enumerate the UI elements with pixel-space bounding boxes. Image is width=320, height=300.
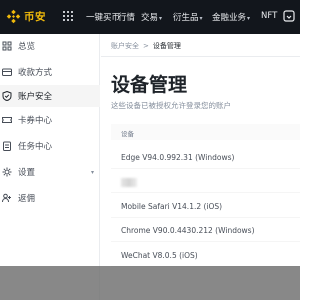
sidebar-item-referral[interactable]: 返佣 bbox=[0, 187, 100, 209]
loading-overlay bbox=[0, 266, 300, 300]
nav-extra-icon[interactable] bbox=[283, 10, 295, 22]
sidebar-item-label: 任务中心 bbox=[18, 142, 53, 152]
chevron-down-icon: ▾ bbox=[247, 15, 251, 22]
brand-logo-link[interactable]: 币安 bbox=[6, 9, 46, 24]
app-grid-icon[interactable] bbox=[63, 11, 73, 21]
sidebar-item-label: 账户安全 bbox=[18, 92, 53, 102]
device-name: Chrome V90.0.4430.212 (Windows) bbox=[121, 226, 255, 235]
nav-trade[interactable]: 交易▾ bbox=[141, 11, 162, 23]
table-header: 设备 bbox=[111, 124, 300, 140]
ticket-icon bbox=[2, 117, 12, 123]
table-row: Chrome V90.0.4430.212 (Windows) bbox=[111, 222, 300, 242]
breadcrumb-separator: > bbox=[143, 42, 149, 50]
top-navigation-bar: 币安 一键买币 行情 交易▾ 衍生品▾ 金融业务▾ NFT bbox=[0, 0, 300, 34]
device-name: Mobile Safari V14.1.2 (iOS) bbox=[121, 202, 223, 211]
page-subtitle: 这些设备已被授权允许登录您的账户 bbox=[111, 101, 231, 110]
chevron-down-icon: ▾ bbox=[199, 15, 203, 22]
redacted-device-name bbox=[121, 178, 137, 187]
table-row: Mobile Safari V14.1.2 (iOS) bbox=[111, 198, 300, 218]
brand-name: 币安 bbox=[24, 11, 46, 23]
sidebar-item-coupon-center[interactable]: 卡券中心 bbox=[0, 109, 100, 131]
nav-derivatives[interactable]: 衍生品▾ bbox=[173, 11, 203, 23]
nav-markets[interactable]: 行情 bbox=[118, 11, 135, 23]
referral-icon bbox=[2, 193, 11, 203]
nav-finance[interactable]: 金融业务▾ bbox=[212, 11, 250, 23]
sidebar-item-label: 设置 bbox=[18, 168, 36, 178]
payment-methods-icon bbox=[2, 68, 12, 76]
table-row: WeChat V8.0.5 (iOS) bbox=[111, 247, 300, 267]
sidebar-item-label: 返佣 bbox=[18, 194, 36, 204]
sidebar-item-label: 总览 bbox=[18, 42, 36, 52]
sidebar-item-account-security[interactable]: 账户安全 bbox=[0, 85, 100, 107]
table-row: Edge V94.0.992.31 (Windows) bbox=[111, 149, 300, 169]
sidebar-item-settings[interactable]: 设置 ▾ bbox=[0, 161, 100, 183]
device-name: WeChat V8.0.5 (iOS) bbox=[121, 251, 198, 260]
sidebar-item-label: 卡券中心 bbox=[18, 116, 53, 126]
sidebar-item-task-center[interactable]: 任务中心 bbox=[0, 135, 100, 157]
chevron-down-icon: ▾ bbox=[159, 15, 163, 22]
overview-icon bbox=[2, 41, 12, 51]
account-sidebar: 总览 收款方式 账户安全 卡券中心 任务中心 设置 ▾ 返佣 bbox=[0, 34, 100, 300]
shield-icon bbox=[2, 91, 12, 101]
tasks-icon bbox=[3, 141, 11, 151]
divider bbox=[101, 56, 300, 57]
binance-logo-icon bbox=[6, 9, 21, 24]
column-header-device: 设备 bbox=[121, 130, 134, 138]
nav-nft[interactable]: NFT bbox=[261, 11, 277, 21]
table-row bbox=[111, 173, 300, 193]
page-title: 设备管理 bbox=[111, 74, 188, 96]
breadcrumb-current: 设备管理 bbox=[152, 42, 181, 50]
chevron-down-icon: ▾ bbox=[90, 168, 94, 176]
breadcrumb-parent-link[interactable]: 账户安全 bbox=[111, 42, 139, 50]
sidebar-item-label: 收款方式 bbox=[18, 68, 53, 78]
breadcrumb: 账户安全 > 设备管理 bbox=[111, 41, 181, 51]
device-name: Edge V94.0.992.31 (Windows) bbox=[121, 153, 235, 162]
sidebar-item-overview[interactable]: 总览 bbox=[0, 35, 100, 57]
nav-buy-crypto[interactable]: 一键买币 bbox=[86, 11, 120, 23]
device-management-panel: 账户安全 > 设备管理 设备管理 这些设备已被授权允许登录您的账户 设备 Edge … bbox=[101, 34, 300, 300]
gear-icon bbox=[2, 167, 12, 177]
sidebar-item-payment-methods[interactable]: 收款方式 bbox=[0, 61, 100, 83]
